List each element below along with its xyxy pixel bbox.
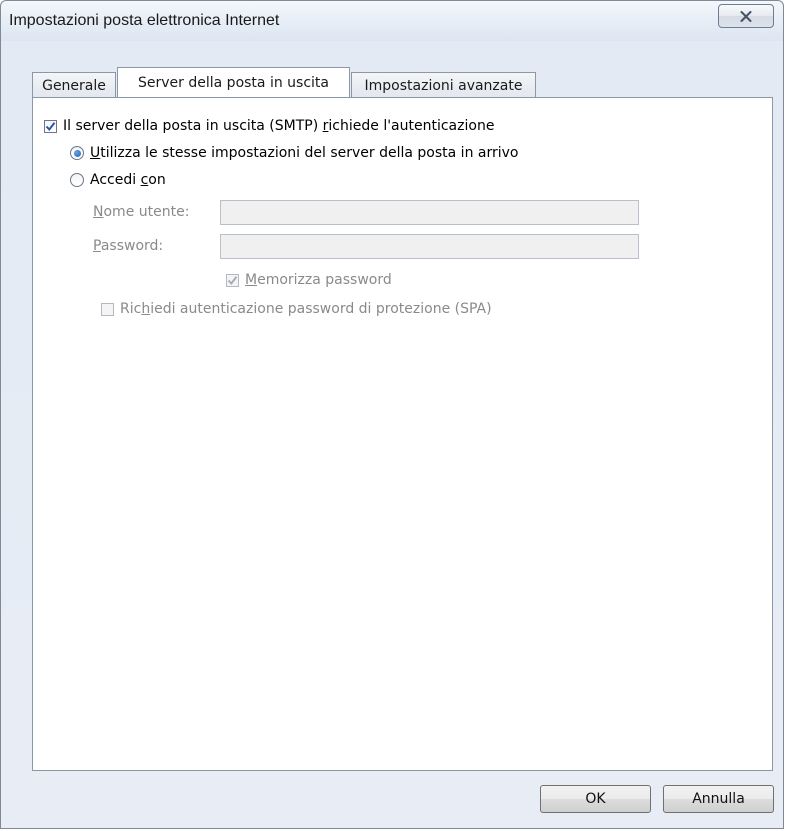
window-title: Impostazioni posta elettronica Internet <box>9 12 280 29</box>
remember-password-label: Memorizza password <box>245 272 392 288</box>
close-icon <box>740 10 752 22</box>
username-label: Nome utente: <box>93 204 190 220</box>
remember-password-checkbox[interactable] <box>226 273 239 287</box>
tab-server-posta-uscita[interactable]: Server della posta in uscita <box>117 67 350 97</box>
smtp-auth-option[interactable]: Il server della posta in uscita (SMTP) r… <box>44 118 494 134</box>
login-with-radio[interactable] <box>70 173 84 187</box>
password-label: Password: <box>93 238 164 254</box>
tab-panel: Il server della posta in uscita (SMTP) r… <box>32 97 773 771</box>
checkmark-icon <box>45 121 56 131</box>
username-field[interactable] <box>220 200 639 225</box>
cancel-button[interactable]: Annulla <box>663 785 774 813</box>
tab-label: Impostazioni avanzate <box>364 77 523 94</box>
title-bar: Impostazioni posta elettronica Internet <box>1 1 783 41</box>
tab-impostazioni-avanzate[interactable]: Impostazioni avanzate <box>351 72 536 98</box>
cancel-button-label: Annulla <box>692 791 745 807</box>
spa-option[interactable]: Richiedi autenticazione password di prot… <box>101 301 492 317</box>
tab-label: Generale <box>42 77 106 94</box>
password-field[interactable] <box>220 234 639 259</box>
checkmark-icon <box>227 275 238 285</box>
close-button[interactable] <box>718 4 774 28</box>
smtp-auth-label: Il server della posta in uscita (SMTP) r… <box>63 118 495 134</box>
radio-dot-icon <box>73 149 81 157</box>
same-settings-label: Utilizza le stesse impostazioni del serv… <box>90 145 519 161</box>
same-settings-radio[interactable] <box>70 146 84 160</box>
tab-generale[interactable]: Generale <box>32 72 116 98</box>
dialog-window: Impostazioni posta elettronica Internet … <box>0 0 784 829</box>
ok-button[interactable]: OK <box>540 785 651 813</box>
ok-button-label: OK <box>585 791 606 807</box>
spa-label: Richiedi autenticazione password di prot… <box>120 301 492 317</box>
remember-password-option[interactable]: Memorizza password <box>226 272 392 288</box>
smtp-auth-checkbox[interactable] <box>44 119 57 133</box>
same-settings-option[interactable]: Utilizza le stesse impostazioni del serv… <box>70 145 518 161</box>
spa-checkbox[interactable] <box>101 302 114 316</box>
login-with-option[interactable]: Accedi con <box>70 172 166 188</box>
tab-label: Server della posta in uscita <box>138 74 329 91</box>
login-with-label: Accedi con <box>90 172 166 188</box>
